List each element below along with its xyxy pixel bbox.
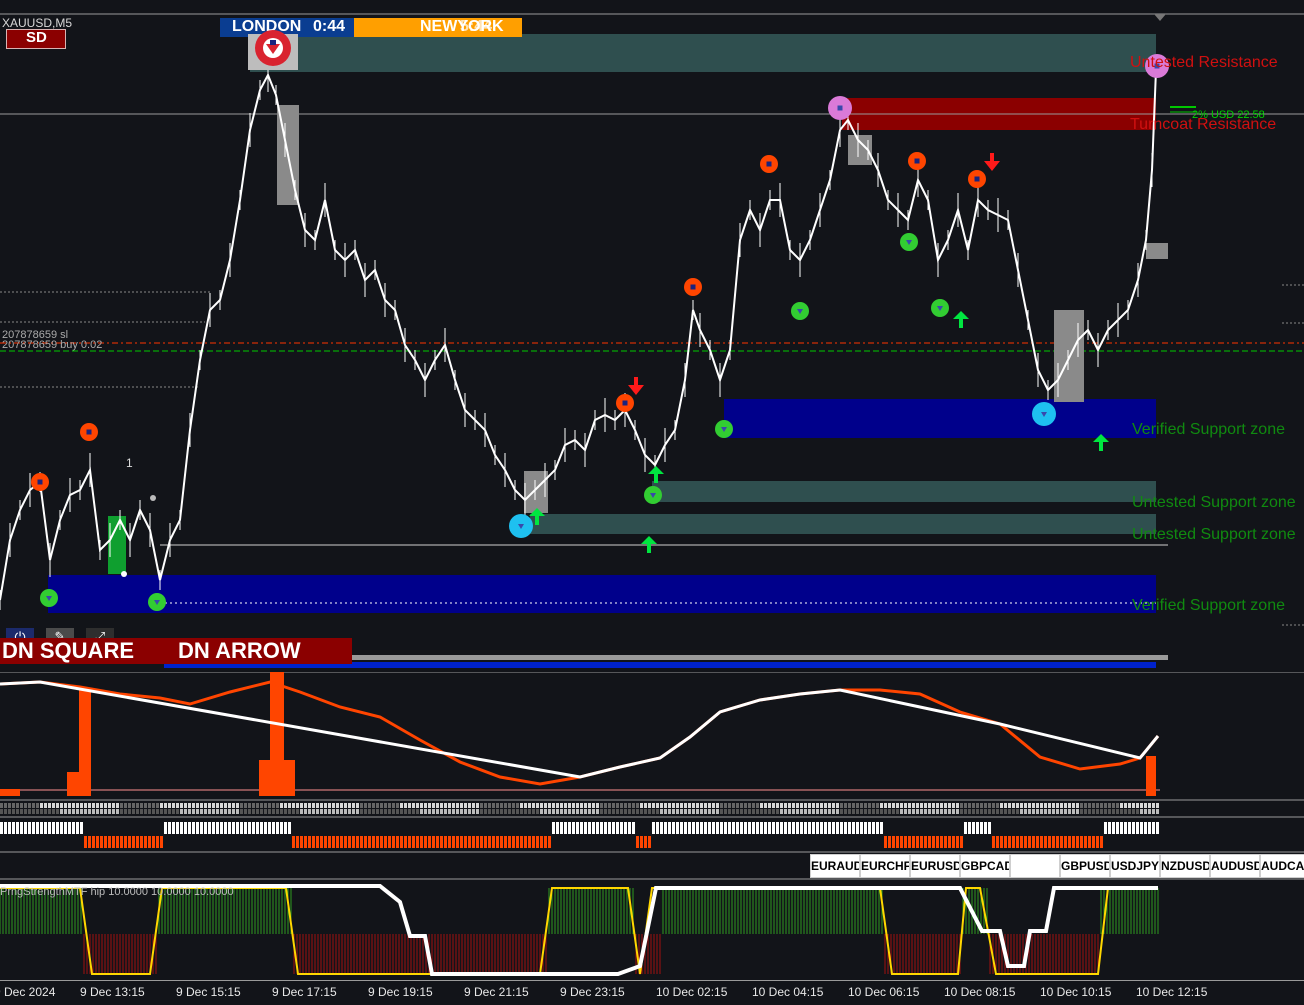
time-axis-label: 10 Dec 04:15 [752,985,824,999]
symbol-label: XAUUSD,M5 [2,16,73,30]
zone-label-untested-support-2: Untested Support zone [1132,526,1296,543]
sell-dot-marker [80,423,98,441]
osc-histogram-bar [270,672,284,796]
signal-dn-square: DN SQUARE [2,638,135,663]
verified-support-zone-upper [724,399,1156,438]
time-axis-label: 10 Dec 08:15 [944,985,1016,999]
time-axis-label: 9 Dec 19:15 [368,985,433,999]
buy-dot-marker [931,299,949,317]
currency-pair-pill[interactable]: EURUSD [910,854,960,878]
sell-dot-marker [760,155,778,173]
tp-label: 2% USD 22.58 [1192,109,1265,121]
pink-dot-marker [828,96,852,120]
buy-dot-marker [715,420,733,438]
zone-label-untested-support-1: Untested Support zone [1132,494,1296,511]
oscillator-panel[interactable] [0,672,1304,800]
currency-pair-pill[interactable]: AUDUSD [1210,854,1260,878]
down-arrow-icon [628,377,644,395]
untested-resistance-zone [250,34,1156,72]
time-axis-label: 9 Dec 13:15 [80,985,145,999]
sell-dot-marker [684,278,702,296]
sell-dot-marker [31,473,49,491]
newyork-overlap: 5:44 [460,18,493,35]
sell-dot-marker [968,170,986,188]
strength-stripes [0,799,1304,853]
london-time: 0:44 [313,18,346,35]
currency-pair-pill[interactable]: GBPUSD [1060,854,1110,878]
currency-pair-pill[interactable]: USDJPY [1110,854,1160,878]
currency-pair-pill[interactable]: AUDCAD [1260,854,1304,878]
buy-dot-marker [791,302,809,320]
down-circle-icon [255,30,291,66]
time-axis-label: 9 Dec 23:15 [560,985,625,999]
time-axis-label: 10 Dec 10:15 [1040,985,1112,999]
signal-dn-arrow: DN ARROW [178,638,301,663]
up-arrow-icon [648,466,664,483]
cyan-dot-marker [1032,402,1056,426]
scroll-marker-icon [1154,14,1166,21]
untested-support-zone-upper [652,481,1156,502]
zone-label-verified-support-2: Verified Support zone [1132,597,1285,614]
buy-dot-marker [644,486,662,504]
cyan-dot-marker [509,514,533,538]
down-arrows [628,153,1000,395]
currency-pair-pill[interactable] [1010,854,1060,878]
grey-candle-block [524,471,548,513]
time-axis-label: 9 Dec 17:15 [272,985,337,999]
up-arrow-icon [953,311,969,328]
buy-dot-marker [40,589,58,607]
white-dot-marker [121,571,127,577]
grey-dot-marker [150,495,156,501]
bottom-indicator-label: PrngStrengthMTF hip 10.0000 10.0000 10.0… [0,886,234,898]
osc-histogram-bar [1146,756,1156,796]
chart-window[interactable]: LONDON 0:44 NEWYORK 5:44 XAUUSD,M5 SD Un… [0,0,1304,1005]
buy-dot-marker [900,233,918,251]
sd-badge-label: SD [26,29,47,46]
currency-pair-pill[interactable]: NZDUSD [1160,854,1210,878]
time-axis-label: 10 Dec 12:15 [1136,985,1208,999]
osc-histogram-bar [67,772,80,796]
time-axis-label: 9 Dec 15:15 [176,985,241,999]
currency-pair-pill[interactable]: EURCHF [860,854,910,878]
osc-histogram-bar [0,789,20,796]
price-chart[interactable] [0,0,1304,672]
untested-support-zone-lower [530,514,1156,534]
count-label: 1 [126,456,133,470]
time-axis-label: 9 Dec 2024 [0,985,56,999]
down-arrow-icon [984,153,1000,171]
osc-histogram-bar [79,690,91,796]
zone-label-untested-resistance: Untested Resistance [1130,54,1278,71]
sell-dot-marker [616,394,634,412]
time-axis-label: 10 Dec 02:15 [656,985,728,999]
currency-pair-pill[interactable]: EURAUD [810,854,860,878]
sell-dot-marker [908,152,926,170]
currency-pair-pill[interactable]: GBPCAD [960,854,1010,878]
buy-dot-marker [148,593,166,611]
zone-label-verified-support-1: Verified Support zone [1132,421,1285,438]
time-axis-label: 9 Dec 21:15 [464,985,529,999]
verified-support-zone-lower [48,575,1156,613]
order-buy-label[interactable]: 207878659 buy 0.02 [2,339,102,351]
grey-candle-block [1146,243,1168,259]
time-axis-label: 10 Dec 06:15 [848,985,920,999]
